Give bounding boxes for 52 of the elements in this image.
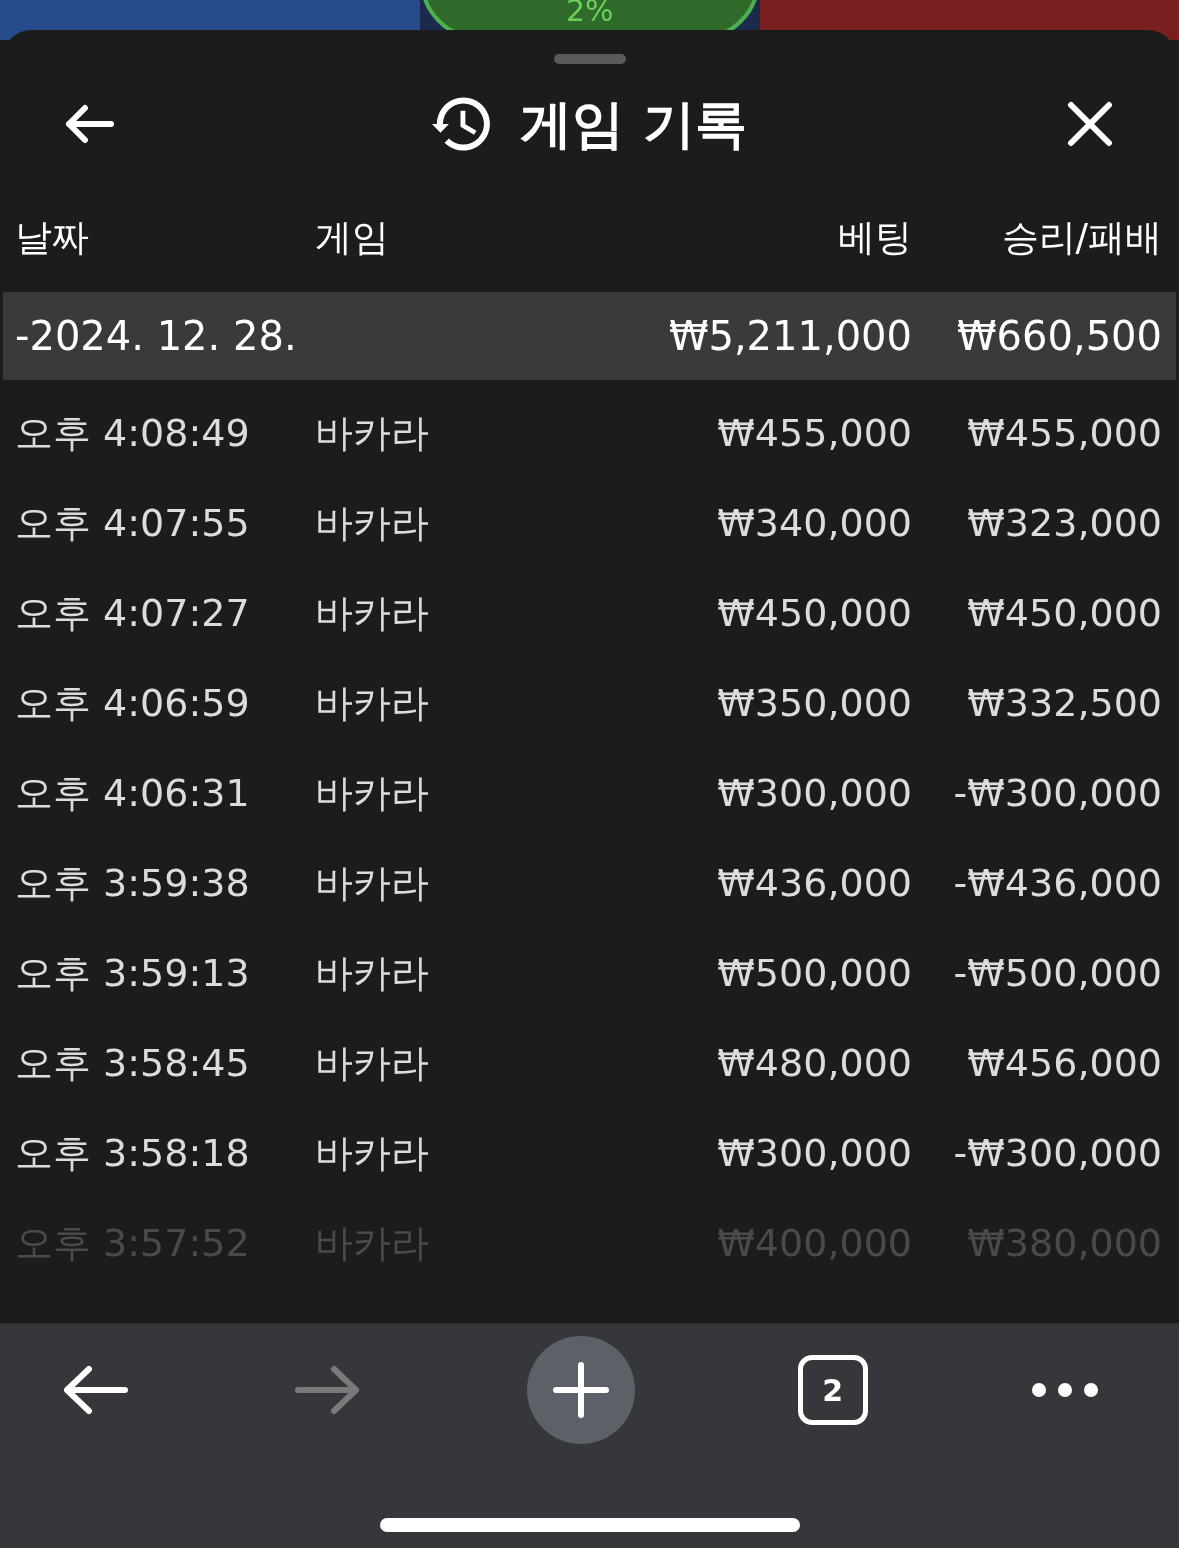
game-cell-text: 바카라 — [315, 409, 430, 457]
total-bet: ₩5,211,000 — [668, 312, 912, 361]
total-result: ₩660,500 — [957, 312, 1162, 361]
time-cell-text: 오후 3:59:13 — [15, 949, 251, 997]
bet-cell-text: ₩480,000 — [717, 1039, 912, 1087]
result-cell-text: -₩300,000 — [953, 769, 1162, 817]
time-cell-text: 오후 3:58:18 — [15, 1129, 251, 1177]
date-label: -2024. 12. 28. — [15, 312, 298, 361]
bet-cell-text: ₩300,000 — [717, 1129, 912, 1177]
bet-cell-text: ₩340,000 — [717, 499, 912, 547]
result-cell-text: ₩450,000 — [967, 589, 1162, 637]
game-cell-text: 바카라 — [315, 949, 430, 997]
column-header: 날짜 — [15, 215, 90, 262]
game-cell-text: 바카라 — [315, 499, 430, 547]
time-cell-text: 오후 3:59:38 — [15, 859, 251, 907]
time-cell-text: 오후 4:06:31 — [15, 769, 251, 817]
drag-handle[interactable] — [553, 54, 626, 64]
bet-cell-text: ₩450,000 — [717, 589, 912, 637]
game-cell-text: 바카라 — [315, 1129, 430, 1177]
game-cell-text: 바카라 — [315, 859, 430, 907]
game-cell-text: 바카라 — [315, 769, 430, 817]
plus-icon — [552, 1362, 609, 1418]
result-cell-text: -₩300,000 — [953, 1129, 1162, 1177]
time-cell-text: 오후 4:08:49 — [15, 409, 251, 457]
back-arrow-icon — [61, 1365, 129, 1415]
time-cell-text: 오후 3:58:45 — [15, 1039, 251, 1087]
result-cell-text: -₩500,000 — [953, 949, 1162, 997]
bet-cell-text: ₩350,000 — [717, 679, 912, 727]
back-arrow-icon — [63, 104, 115, 144]
game-cell-text: 바카라 — [315, 679, 430, 727]
time-cell-text: 오후 4:06:59 — [15, 679, 251, 727]
bet-cell-text: ₩455,000 — [717, 409, 912, 457]
time-cell-text: 오후 4:07:55 — [15, 499, 251, 547]
result-cell-text: ₩455,000 — [967, 409, 1162, 457]
time-cell-text: 오후 4:07:27 — [15, 589, 251, 637]
result-cell-text: ₩456,000 — [967, 1039, 1162, 1087]
bet-cell-text: ₩300,000 — [717, 769, 912, 817]
tab-count-button[interactable]: 2 — [797, 1355, 868, 1425]
result-cell-text: -₩436,000 — [953, 859, 1162, 907]
result-cell-text: ₩323,000 — [967, 499, 1162, 547]
sheet-title: 게임 기록 — [520, 98, 747, 150]
column-header: 승리/패배 — [1001, 215, 1162, 262]
more-icon[interactable] — [1031, 1382, 1099, 1398]
bet-cell-text: ₩436,000 — [717, 859, 912, 907]
column-header: 게임 — [315, 215, 390, 262]
bet-cell-text: ₩500,000 — [717, 949, 912, 997]
column-header: 베팅 — [838, 215, 912, 262]
game-cell-text: 바카라 — [315, 1039, 430, 1087]
close-icon — [1067, 101, 1113, 147]
result-cell-text: ₩332,500 — [967, 679, 1162, 727]
history-icon — [432, 97, 491, 151]
game-cell-text: 바카라 — [315, 589, 430, 637]
